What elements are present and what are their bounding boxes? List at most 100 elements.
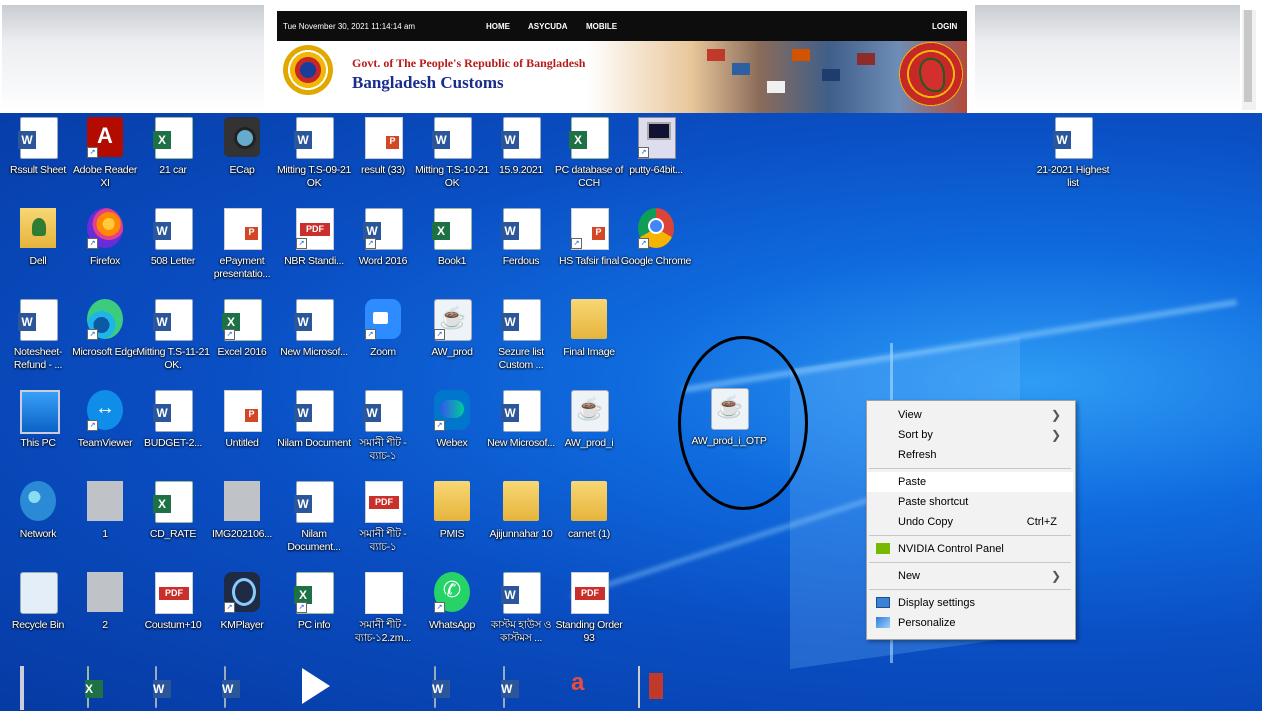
desktop-icon[interactable]: ePayment presentatio... <box>208 208 276 288</box>
desktop-icon[interactable]: 1 <box>71 481 139 561</box>
word-doc-icon[interactable] <box>153 666 171 708</box>
desktop-icon[interactable]: result (33) <box>349 117 417 197</box>
desktop-icon[interactable]: 15.9.2021 <box>487 117 555 197</box>
word-doc-icon <box>294 390 334 432</box>
desktop-icon[interactable]: ↗ AW_prod <box>418 299 486 379</box>
desktop-icon[interactable]: Standing Order 93 <box>555 572 623 652</box>
desktop-icon[interactable]: Mitting T.S-11-21 OK. <box>136 299 210 379</box>
desktop-icon[interactable]: Nilam Document... <box>280 481 348 561</box>
desktop-icon-label: Dell <box>29 255 47 267</box>
document-scan-icon <box>87 481 123 521</box>
desktop-icon[interactable]: Notesheet-Refund - ... <box>4 299 72 379</box>
desktop-icon[interactable]: PC database of CCH <box>555 117 623 197</box>
nav-asycuda-link[interactable]: ASYCUDA <box>528 22 568 31</box>
desktop-icon[interactable]: carnet (1) <box>555 481 623 561</box>
pdf-icon <box>155 572 193 614</box>
desktop-icon[interactable]: Coustum+10 <box>139 572 207 652</box>
word-doc-icon[interactable] <box>222 666 240 708</box>
desktop-icon[interactable]: Dell <box>4 208 72 288</box>
blank-file-icon <box>365 572 403 614</box>
word-doc-icon[interactable] <box>501 666 519 708</box>
desktop-icon-label: Ferdous <box>502 255 540 267</box>
display-icon <box>876 597 890 608</box>
shortcut-arrow-icon: ↗ <box>638 238 649 249</box>
desktop-icon[interactable]: Recycle Bin <box>4 572 72 652</box>
desktop-icon[interactable]: Mitting T.S-10-21 OK <box>415 117 489 197</box>
shortcut-arrow-icon: ↗ <box>87 238 98 249</box>
website-banner: Govt. of The People's Republic of Bangla… <box>277 41 967 113</box>
desktop-icon[interactable]: সমানী শীট - ব্যাচ-১2.zm... <box>349 572 417 652</box>
desktop-icon[interactable]: ↗ Microsoft Edge <box>71 299 139 379</box>
desktop-icon[interactable]: Nilam Document <box>277 390 351 470</box>
desktop-icon[interactable]: AW_prod_i <box>555 390 623 470</box>
desktop-icon[interactable]: সমানী শীট - ব্যাচ-১ <box>349 481 417 561</box>
word-doc-icon <box>432 117 472 159</box>
shortcut-arrow-icon: ↗ <box>296 602 307 613</box>
desktop-icon[interactable]: BUDGET-2... <box>139 390 207 470</box>
excel-doc-icon[interactable] <box>85 666 103 708</box>
desktop-icon[interactable]: 2 <box>71 572 139 652</box>
desktop-icon[interactable]: Network <box>4 481 72 561</box>
desktop-icon[interactable]: ↗ TeamViewer <box>71 390 139 470</box>
menu-item-paste[interactable]: Paste <box>867 472 1073 492</box>
desktop-icon[interactable]: This PC <box>4 390 72 470</box>
desktop-icon[interactable]: Mitting T.S-09-21 OK <box>277 117 351 197</box>
desktop-icon[interactable]: সমানী শীট - ব্যাচ-১ <box>349 390 417 470</box>
desktop-icon-label: Google Chrome <box>620 255 692 267</box>
menu-item-view[interactable]: View ❯ <box>867 405 1073 425</box>
menu-item-personalize[interactable]: Personalize <box>867 613 1073 633</box>
desktop-icon[interactable]: ↗ KMPlayer <box>208 572 276 652</box>
menu-item-display-settings[interactable]: Display settings <box>867 593 1073 613</box>
desktop-icon[interactable]: কাস্টম হাউস ও কাস্টমস ... <box>487 572 555 652</box>
desktop-icon[interactable]: ↗ Zoom <box>349 299 417 379</box>
desktop-icon[interactable]: Ferdous <box>487 208 555 288</box>
menu-item-new[interactable]: New ❯ <box>867 566 1073 586</box>
desktop-icon[interactable]: 21-2021 Highest list <box>1037 117 1110 197</box>
desktop-icon[interactable]: ↗ Google Chrome <box>621 208 691 288</box>
word-doc-icon[interactable] <box>432 666 450 708</box>
desktop-icon[interactable]: ↗ Webex <box>418 390 486 470</box>
desktop-icon[interactable]: Ajijunnahar 10 <box>487 481 555 561</box>
folder-user-icon <box>20 208 56 248</box>
word-doc-icon <box>1053 117 1093 159</box>
desktop-icon[interactable]: New Microsof... <box>487 390 555 470</box>
desktop-icon[interactable]: Final Image <box>555 299 623 379</box>
desktop-icon[interactable]: Book1 <box>418 208 486 288</box>
desktop-icon[interactable]: ↗ Firefox <box>71 208 139 288</box>
desktop-icon[interactable]: New Microsof... <box>280 299 348 379</box>
browser-scrollbar-thumb[interactable] <box>1244 10 1252 102</box>
menu-item-nvidia-control-panel[interactable]: NVIDIA Control Panel <box>867 539 1073 559</box>
desktop-icon[interactable]: ↗ NBR Standi... <box>280 208 348 288</box>
menu-separator <box>869 468 1071 469</box>
menu-item-paste-shortcut[interactable]: Paste shortcut <box>867 492 1073 512</box>
desktop-icon[interactable]: ↗ Word 2016 <box>349 208 417 288</box>
desktop-icon[interactable]: ↗ Excel 2016 <box>208 299 276 379</box>
desktop-icon[interactable]: ↗ PC info <box>280 572 348 652</box>
container-graphic <box>707 49 725 61</box>
nav-mobile-link[interactable]: MOBILE <box>586 22 617 31</box>
desktop-icon[interactable]: ↗ WhatsApp <box>418 572 486 652</box>
book-icon[interactable] <box>638 666 663 708</box>
desktop-icon[interactable]: Untitled <box>208 390 276 470</box>
desktop-icon[interactable]: ↗ putty-64bit... <box>622 117 690 197</box>
desktop-icon[interactable]: ↗ HS Tafsir final <box>555 208 623 288</box>
desktop-icon[interactable]: Rssult Sheet <box>4 117 72 197</box>
desktop-icon[interactable]: IMG202106... <box>208 481 276 561</box>
menu-item-refresh[interactable]: Refresh <box>867 445 1073 465</box>
menu-item-undo-copy[interactable]: Undo Copy Ctrl+Z <box>867 512 1073 532</box>
desktop-icon[interactable]: 21 car <box>139 117 207 197</box>
desktop-icon[interactable]: CD_RATE <box>139 481 207 561</box>
desktop-icon[interactable]: PMIS <box>418 481 486 561</box>
browser-right-margin <box>975 5 1240 113</box>
nav-login-link[interactable]: LOGIN <box>932 22 957 31</box>
menu-item-sort-by[interactable]: Sort by ❯ <box>867 425 1073 445</box>
desktop-icon-label: PMIS <box>439 528 465 540</box>
desktop-icon[interactable]: 508 Letter <box>139 208 207 288</box>
desktop-icon[interactable]: Sezure list Custom ... <box>487 299 555 379</box>
control-panel-icon[interactable] <box>20 666 24 710</box>
desktop-icon[interactable]: ECap <box>208 117 276 197</box>
desktop-icon-label: Notesheet-Refund - ... <box>13 346 63 371</box>
pdf-icon <box>571 572 609 614</box>
nav-home-link[interactable]: HOME <box>486 22 510 31</box>
desktop-icon[interactable]: ↗ Adobe Reader XI <box>71 117 139 197</box>
